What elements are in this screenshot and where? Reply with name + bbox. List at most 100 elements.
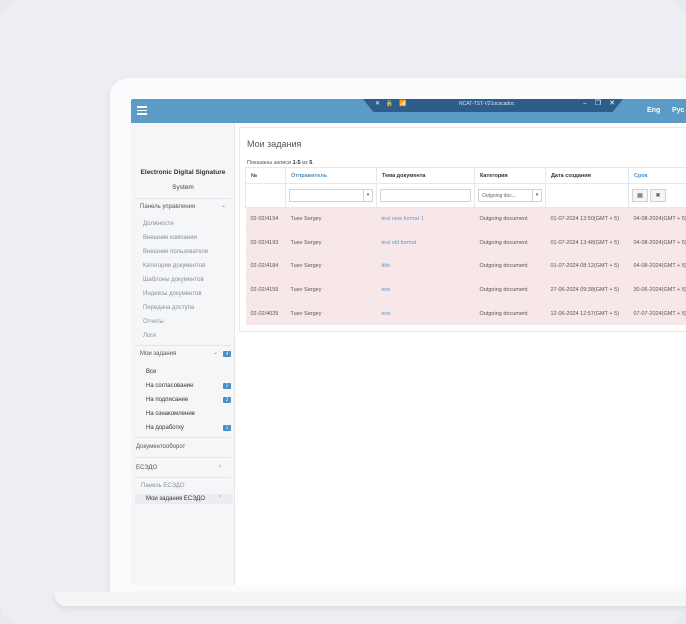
sidebar-task-review[interactable]: На ознакомление <box>146 411 195 417</box>
laptop-base <box>55 592 686 606</box>
cell-number: 02-02/4159 <box>245 277 286 302</box>
cell-sender: Tuev Sergey <box>285 207 377 231</box>
sidebar-divider <box>135 477 231 478</box>
cell-category: Outgoing document <box>474 277 546 302</box>
sidebar-divider <box>135 457 231 458</box>
category-filter-select[interactable]: Outgoing doc... ▾ <box>478 189 542 202</box>
cell-subject-link[interactable]: tew <box>376 277 475 302</box>
tasks-table: № Отправитель Тема документа Категория Д… <box>245 167 686 325</box>
records-summary: Показаны записи 1-5 из 5. <box>247 160 314 166</box>
sidebar-divider <box>135 345 231 346</box>
table-row[interactable]: 02-02/4184 Tuev Sergey title Outgoing do… <box>245 254 686 278</box>
sidebar-item-access-transfer[interactable]: Передача доступа <box>143 305 194 311</box>
cell-subject-link[interactable]: test old format <box>376 230 475 255</box>
sidebar-divider <box>135 198 231 199</box>
remote-window-controls[interactable]: – ❐ ✕ <box>583 99 618 107</box>
sidebar: Electronic Digital Signature System Пане… <box>131 123 235 585</box>
chevron-down-icon[interactable]: ▾ <box>363 190 372 201</box>
top-bar: ✕ 🔒 📶 NCAT-TST-V21ocscadoc – ❐ ✕ Eng Рус <box>131 99 686 123</box>
sidebar-section-control-panel[interactable]: Панель управления <box>140 204 195 210</box>
cell-sender: Tuev Sergey <box>285 277 377 302</box>
cell-deadline: 07-07-2024(GMT + 5) <box>628 301 686 325</box>
cell-number: 02-02/4193 <box>245 230 286 255</box>
column-header-number: № <box>245 167 286 184</box>
chevron-left-icon[interactable]: ‹ <box>219 493 221 500</box>
clear-filter-icon[interactable]: ✖ <box>650 189 666 202</box>
filter-subject-cell <box>376 183 475 208</box>
cell-deadline: 04-08-2024(GMT + 5) <box>628 207 686 231</box>
cell-deadline: 30-06-2024(GMT + 5) <box>628 277 686 302</box>
sidebar-task-signing[interactable]: На подписание <box>146 397 188 403</box>
sidebar-task-approval[interactable]: На согласование <box>146 383 194 389</box>
subject-filter-input[interactable] <box>380 189 471 202</box>
chevron-down-icon[interactable]: ⌄ <box>213 349 218 356</box>
sidebar-item-document-categories[interactable]: Категории документов <box>143 263 205 269</box>
sender-filter-select[interactable]: ▾ <box>289 189 373 202</box>
tasks-panel: Мои задания Показаны записи 1-5 из 5. № … <box>239 127 686 332</box>
sidebar-task-all[interactable]: Все <box>146 369 156 375</box>
cell-deadline: 04-08-2024(GMT + 5) <box>628 254 686 278</box>
brand-title: Electronic Digital Signature <box>140 169 226 176</box>
sidebar-section-my-tasks[interactable]: Мои задания <box>140 351 176 357</box>
sidebar-item-document-indexes[interactable]: Индексы документов <box>143 291 202 297</box>
sidebar-item-external-users[interactable]: Внешние пользователи <box>143 249 208 255</box>
table-header-row: № Отправитель Тема документа Категория Д… <box>245 167 686 184</box>
approval-badge: 1 <box>223 383 231 389</box>
cell-sender: Tuev Sergey <box>285 254 377 278</box>
table-row[interactable]: 02-02/4029 Tuev Sergey test Outgoing doc… <box>245 301 686 325</box>
filter-sender-cell: ▾ <box>285 183 377 208</box>
lang-eng-link[interactable]: Eng <box>647 107 660 114</box>
calendar-icon[interactable]: ▦ <box>632 189 648 202</box>
column-header-sender[interactable]: Отправитель <box>285 167 377 184</box>
cell-sender: Tuev Sergey <box>285 230 377 255</box>
table-filter-row: ▾ Outgoing doc... ▾ ▦ ✖ <box>245 183 686 208</box>
sidebar-item-esedo-tasks[interactable]: Мои задания ЕСЭДО <box>146 496 205 502</box>
filter-category-cell: Outgoing doc... ▾ <box>474 183 546 208</box>
remote-session-icons[interactable]: ✕ 🔒 📶 <box>375 100 409 107</box>
column-header-deadline[interactable]: Срок <box>628 167 686 184</box>
lang-rus-link[interactable]: Рус <box>672 107 684 114</box>
sidebar-item-positions[interactable]: Должности <box>143 221 174 227</box>
category-filter-value: Outgoing doc... <box>482 192 516 199</box>
cell-number: 02-02/4029 <box>245 301 286 325</box>
cell-number: 02-02/4184 <box>245 254 286 278</box>
page-title: Мои задания <box>247 139 302 149</box>
my-tasks-badge: 4 <box>223 351 231 357</box>
cell-subject-link[interactable]: test new format 1 <box>376 207 475 231</box>
cell-created: 01-07-2024 08:12(GMT + 5) <box>545 254 629 278</box>
table-row[interactable]: 02-02/4193 Tuev Sergey test old format O… <box>245 230 686 255</box>
chevron-left-icon[interactable]: ‹ <box>219 463 221 470</box>
filter-created-cell <box>545 183 629 208</box>
filter-deadline-cell: ▦ ✖ <box>628 183 686 208</box>
column-header-subject: Тема документа <box>376 167 475 184</box>
rework-badge: 1 <box>223 425 231 431</box>
sidebar-section-esedo[interactable]: ЕСЭДО <box>136 465 157 471</box>
cell-number: 02-02/4194 <box>245 207 286 231</box>
cell-subject-link[interactable]: title <box>376 254 475 278</box>
chevron-down-icon[interactable]: ▾ <box>532 190 541 201</box>
cell-category: Outgoing document <box>474 254 546 278</box>
cell-sender: Tuev Sergey <box>285 301 377 325</box>
table-row[interactable]: 02-02/4194 Tuev Sergey test new format 1… <box>245 207 686 231</box>
sidebar-item-document-templates[interactable]: Шаблоны документов <box>143 277 204 283</box>
sidebar-item-logs[interactable]: Логи <box>143 333 156 339</box>
sidebar-item-esedo-panel[interactable]: Панель ЕСЭДО <box>141 483 185 489</box>
column-header-created: Дата создания <box>545 167 629 184</box>
sidebar-section-docflow[interactable]: Документооборот <box>136 444 185 450</box>
cell-created: 01-07-2024 13:50(GMT + 5) <box>545 207 629 231</box>
hamburger-menu-icon[interactable] <box>137 106 147 115</box>
signing-badge: 2 <box>223 397 231 403</box>
app-screen: ✕ 🔒 📶 NCAT-TST-V21ocscadoc – ❐ ✕ Eng Рус… <box>131 99 686 585</box>
table-row[interactable]: 02-02/4159 Tuev Sergey tew Outgoing docu… <box>245 277 686 302</box>
sidebar-item-reports[interactable]: Отчеты <box>143 319 164 325</box>
cell-subject-link[interactable]: test <box>376 301 475 325</box>
brand-subtitle: System <box>172 184 194 191</box>
chevron-down-icon[interactable]: ⌄ <box>221 202 226 209</box>
cell-category: Outgoing document <box>474 230 546 255</box>
sidebar-task-rework[interactable]: На доработку <box>146 425 184 431</box>
cell-deadline: 04-08-2024(GMT + 5) <box>628 230 686 255</box>
remote-session-title: NCAT-TST-V21ocscadoc <box>459 101 515 107</box>
cell-category: Outgoing document <box>474 207 546 231</box>
cell-created: 01-07-2024 13:48(GMT + 5) <box>545 230 629 255</box>
sidebar-item-external-companies[interactable]: Внешние компании <box>143 235 197 241</box>
